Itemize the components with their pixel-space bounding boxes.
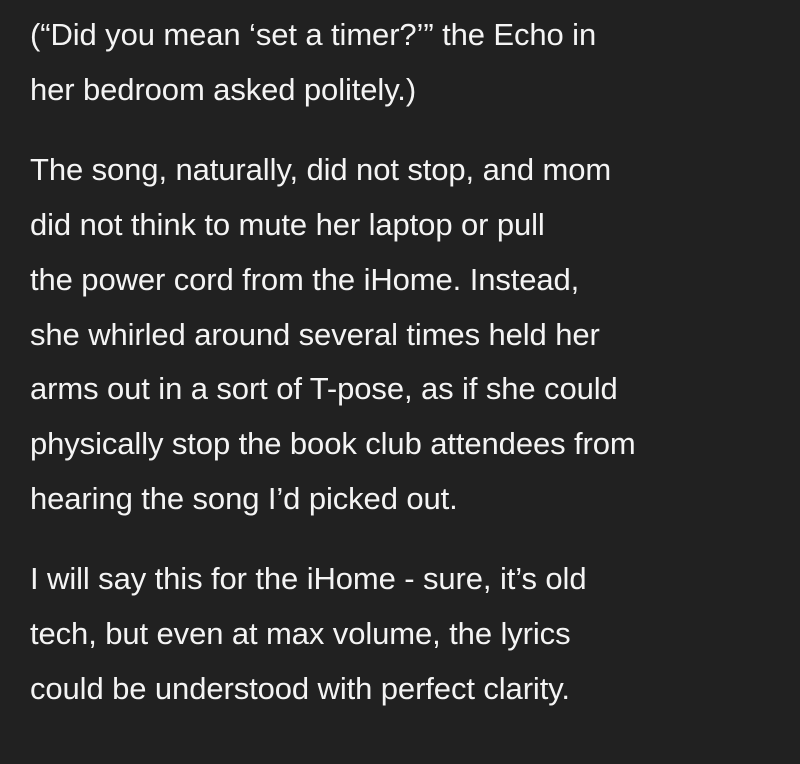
text-line: The song, naturally, did not stop, and m… — [30, 152, 612, 188]
text-line: her bedroom asked politely.) — [30, 71, 417, 107]
text-line: physically stop the book club attendees … — [30, 425, 636, 461]
text-line: I will say this for the iHome - sure, it… — [30, 561, 587, 597]
text-line: (“Did you mean ‘set a timer?’” the Echo … — [30, 17, 597, 52]
text-line: the power cord from the iHome. Instead, — [30, 261, 580, 297]
text-line: tech, but even at max volume, the lyrics — [30, 616, 571, 652]
text-line: could be understood with perfect clarity… — [30, 670, 570, 706]
text-line: arms out in a sort of T-pose, as if she … — [30, 371, 618, 407]
text-line: did not think to mute her laptop or pull — [30, 207, 545, 243]
post-body: (“Did you mean ‘set a timer?’” the Echo … — [30, 8, 790, 742]
paragraph-echo: (“Did you mean ‘set a timer?’” the Echo … — [30, 8, 790, 117]
text-line: hearing the song I’d picked out. — [30, 480, 458, 516]
text-line: she whirled around several times held he… — [30, 316, 600, 352]
paragraph-song: The song, naturally, did not stop, and m… — [30, 143, 790, 526]
paragraph-ihome: I will say this for the iHome - sure, it… — [30, 552, 790, 716]
